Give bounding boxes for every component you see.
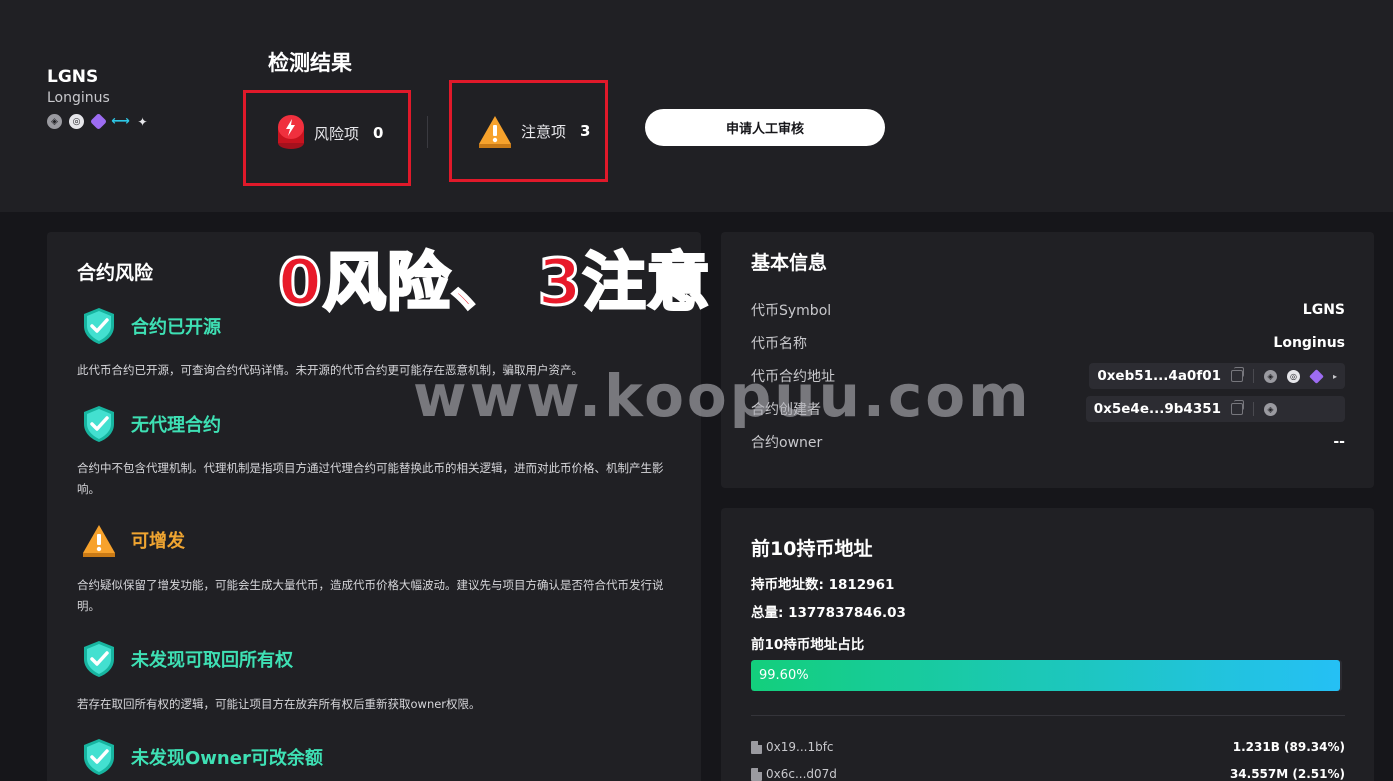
chain-icons: ◈ ◎ ⟷ ✦ (47, 113, 150, 130)
shield-check-icon (84, 641, 114, 677)
zksync-icon[interactable]: ⟷ (111, 114, 130, 129)
chain-icon-2[interactable]: ◎ (69, 114, 84, 129)
document-icon (751, 767, 762, 781)
stat-divider (427, 116, 428, 148)
shield-check-icon (84, 308, 114, 344)
info-row-owner: 合约owner -- (751, 434, 1345, 451)
chain-icon-2[interactable]: ◎ (1286, 369, 1300, 383)
risk-stat[interactable]: 风险项 0 (276, 113, 383, 153)
risk-item-open-source: 合约已开源 (81, 306, 221, 346)
holder-row[interactable]: 0x6c...d07d 34.557M (2.51%) (751, 767, 1345, 781)
risk-count: 0 (373, 124, 384, 142)
info-row-symbol: 代币Symbol LGNS (751, 302, 1345, 319)
annotation-overlay: 0风险、 3注意 (277, 245, 712, 321)
warning-stat[interactable]: 注意项 3 (477, 113, 590, 149)
polygon-icon[interactable]: ◈ (1263, 369, 1277, 383)
contract-address-chip[interactable]: 0xeb51...4a0f01 ◈ ◎ ▸ (1089, 363, 1345, 389)
gem-icon[interactable] (1309, 368, 1324, 384)
holder-count: 持币地址数: 1812961 (751, 577, 895, 593)
risk-item-owner-change-balance: 未发现Owner可改余额 (81, 737, 323, 777)
holder-row[interactable]: 0x19...1bfc 1.231B (89.34%) (751, 740, 1345, 754)
top-holders-panel: 前10持币地址 持币地址数: 1812961 总量: 1377837846.03… (721, 508, 1374, 781)
shield-check-icon (84, 739, 114, 775)
token-name: Longinus (47, 90, 110, 106)
request-manual-review-button[interactable]: 申请人工审核 (645, 109, 885, 146)
risk-bolt-icon (278, 115, 304, 149)
basic-info-panel: 基本信息 代币Symbol LGNS 代币名称 Longinus 代币合约地址 … (721, 232, 1374, 488)
top-holders-title: 前10持币地址 (751, 538, 873, 560)
header: LGNS Longinus ◈ ◎ ⟷ ✦ 检测结果 风险项 0 注意项 3 申… (0, 0, 1393, 212)
warning-triangle-icon (479, 116, 511, 148)
divider (751, 715, 1345, 716)
watermark: www.koopuu.com (413, 362, 1032, 430)
polygon-icon[interactable]: ◈ (1264, 402, 1277, 416)
risk-item-desc: 合约中不包含代理机制。代理机制是指项目方通过代理合约可能替换此币的相关逻辑，进而… (77, 461, 664, 496)
polygon-icon[interactable]: ◈ (47, 114, 62, 129)
warning-label: 注意项 (521, 122, 567, 141)
copy-icon[interactable] (1230, 367, 1244, 382)
warning-triangle-icon (83, 525, 115, 557)
risk-label: 风险项 (314, 124, 360, 143)
risk-item-mintable: 可增发 (81, 522, 185, 558)
gem-icon[interactable] (90, 113, 107, 130)
risk-item-desc: 若存在取回所有权的逻辑，可能让项目方在放弃所有权后重新获取owner权限。 (77, 697, 481, 711)
top10-ratio-label: 前10持币地址占比 (751, 637, 865, 653)
total-supply: 总量: 1377837846.03 (751, 605, 906, 621)
creator-address-chip[interactable]: 0x5e4e...9b4351 ◈ (1085, 396, 1345, 422)
result-title: 检测结果 (268, 51, 352, 75)
risk-item-desc: 合约疑似保留了增发功能，可能会生成大量代币，造成代币价格大幅波动。建议先与项目方… (77, 578, 664, 613)
top10-ratio-fill: 99.60% (751, 660, 1340, 691)
risk-item-no-proxy: 无代理合约 (81, 404, 221, 444)
bear-icon[interactable]: ✦ (135, 114, 150, 129)
document-icon (751, 740, 762, 754)
shield-check-icon (84, 406, 114, 442)
token-symbol: LGNS (47, 67, 99, 87)
warning-count: 3 (580, 122, 591, 140)
top10-ratio-bar: 99.60% (751, 660, 1342, 691)
risk-item-no-reclaim-ownership: 未发现可取回所有权 (81, 639, 293, 679)
basic-info-title: 基本信息 (751, 252, 828, 274)
info-row-name: 代币名称 Longinus (751, 335, 1345, 352)
copy-icon[interactable] (1231, 400, 1244, 415)
contract-risk-title: 合约风险 (77, 262, 154, 284)
chevron-right-icon[interactable]: ▸ (1333, 372, 1337, 381)
